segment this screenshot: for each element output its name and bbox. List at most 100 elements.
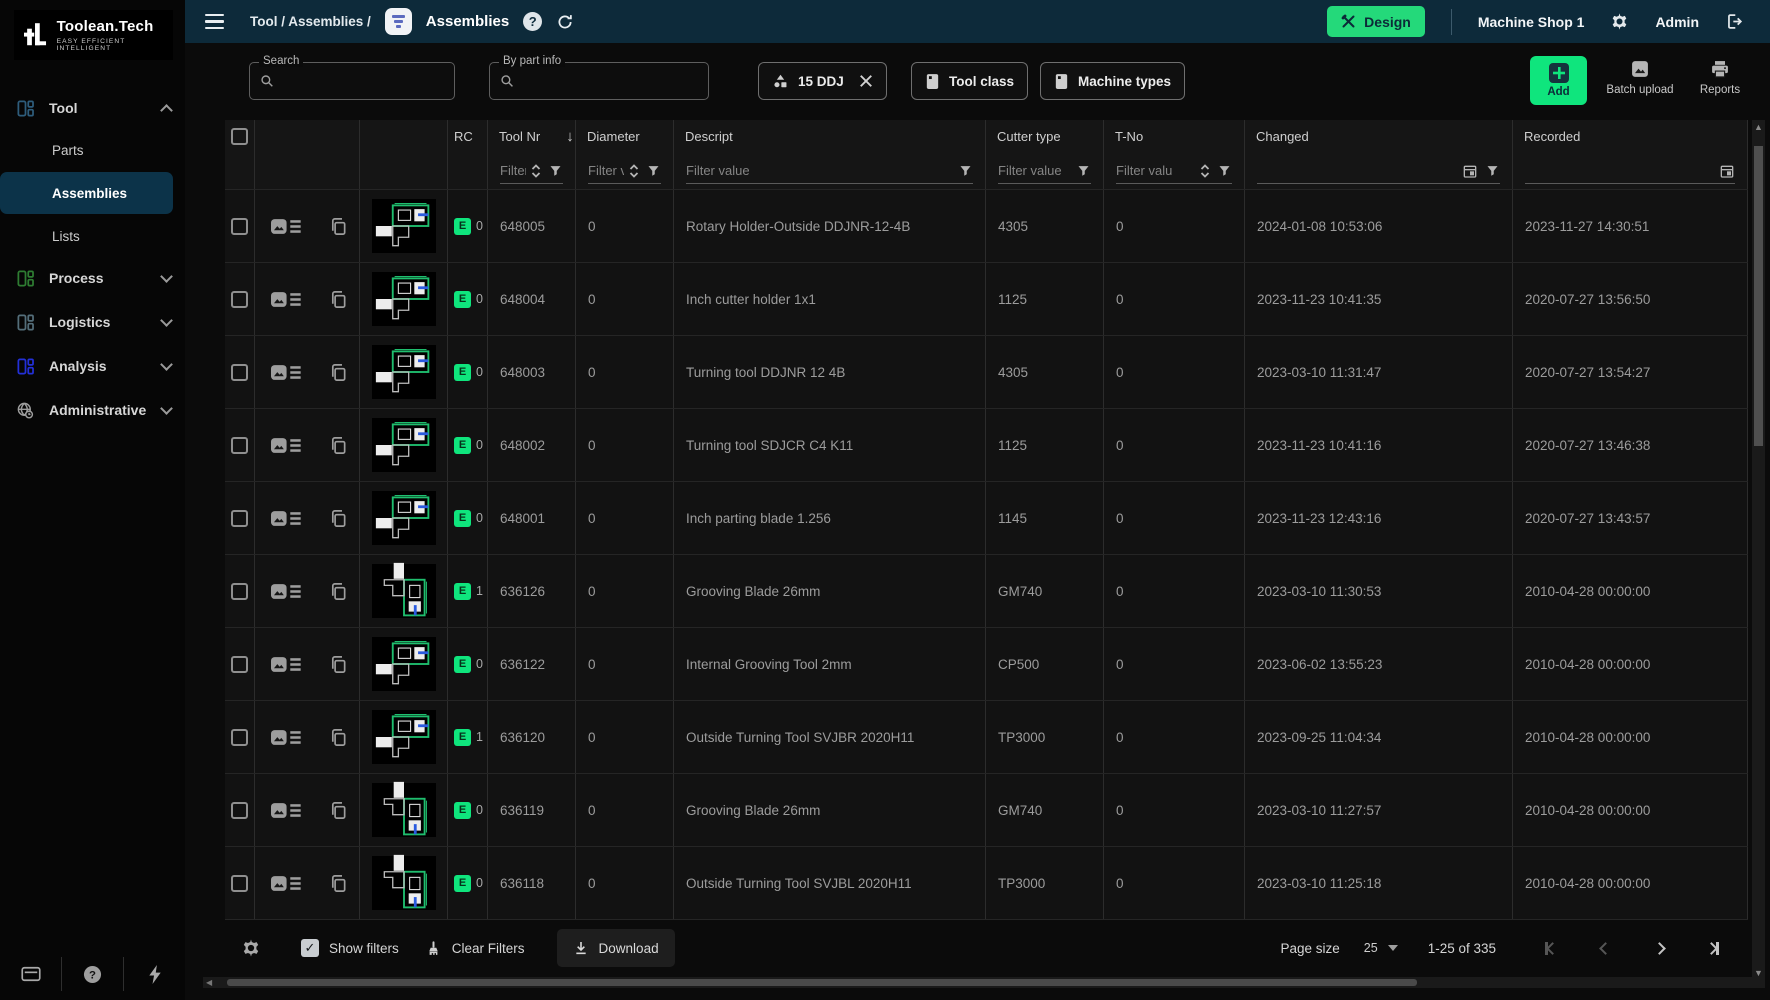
- logout-icon[interactable]: [1725, 12, 1744, 31]
- breadcrumb[interactable]: Tool / Assemblies /: [250, 14, 371, 29]
- copy-icon[interactable]: [329, 215, 347, 238]
- batch-upload-button[interactable]: Batch upload: [1597, 59, 1683, 96]
- clear-filters-button[interactable]: Clear Filters: [425, 940, 525, 957]
- column-header-descript[interactable]: Descript: [674, 120, 986, 153]
- previous-page-button[interactable]: [1596, 939, 1614, 957]
- table-row[interactable]: E1 636126 0 Grooving Blade 26mm GM740 0 …: [225, 555, 1748, 628]
- table-row[interactable]: E0 648003 0 Turning tool DDJNR 12 4B 430…: [225, 336, 1748, 409]
- filter-input-descript[interactable]: Filter value: [686, 159, 973, 184]
- row-checkbox[interactable]: [231, 802, 248, 819]
- by-part-info-input[interactable]: [522, 74, 698, 89]
- column-header-rc[interactable]: RC: [448, 120, 488, 153]
- copy-icon[interactable]: [329, 507, 347, 530]
- number-stepper-icon[interactable]: [1200, 163, 1210, 179]
- sidebar-item-lists[interactable]: Lists: [0, 216, 185, 256]
- tool-thumbnail[interactable]: [372, 199, 436, 253]
- select-all-checkbox[interactable]: [231, 128, 248, 145]
- sidebar-item-assemblies[interactable]: Assemblies: [0, 172, 173, 214]
- table-row[interactable]: E0 636118 0 Outside Turning Tool SVJBL 2…: [225, 847, 1748, 920]
- calendar-icon[interactable]: [1719, 163, 1735, 179]
- filter-input-cutter-type[interactable]: Filter value: [998, 159, 1091, 184]
- page-size-select[interactable]: 25: [1364, 941, 1398, 955]
- filter-input-t-no[interactable]: Filter valu: [1116, 159, 1232, 184]
- tool-class-button[interactable]: Tool class: [911, 62, 1028, 100]
- table-row[interactable]: E0 648005 0 Rotary Holder-Outside DDJNR-…: [225, 190, 1748, 263]
- last-page-button[interactable]: [1704, 939, 1722, 957]
- column-header-cutter-type[interactable]: Cutter type: [986, 120, 1104, 153]
- image-details-icon[interactable]: [271, 362, 301, 383]
- funnel-icon[interactable]: [1076, 163, 1091, 178]
- tool-thumbnail[interactable]: [372, 783, 436, 837]
- image-details-icon[interactable]: [271, 873, 301, 894]
- copy-icon[interactable]: [329, 434, 347, 457]
- sidebar-item-administrative[interactable]: Administrative: [0, 388, 185, 432]
- refresh-icon[interactable]: [556, 13, 574, 31]
- row-checkbox[interactable]: [231, 364, 248, 381]
- vertical-scrollbar[interactable]: ▲ ▼: [1752, 120, 1765, 980]
- funnel-icon[interactable]: [958, 163, 973, 178]
- scrollbar-thumb[interactable]: [227, 979, 1417, 986]
- show-filters-toggle[interactable]: ✓ Show filters: [301, 939, 399, 957]
- first-page-button[interactable]: [1542, 939, 1560, 957]
- funnel-icon[interactable]: [548, 163, 563, 178]
- reports-button[interactable]: Reports: [1690, 59, 1750, 96]
- copy-icon[interactable]: [329, 799, 347, 822]
- app-logo[interactable]: Toolean.Tech EASY EFFICIENT INTELLIGENT: [14, 10, 173, 60]
- help-icon[interactable]: ?: [523, 12, 542, 31]
- row-checkbox[interactable]: [231, 729, 248, 746]
- number-stepper-icon[interactable]: [531, 163, 541, 179]
- row-checkbox[interactable]: [231, 218, 248, 235]
- image-details-icon[interactable]: [271, 508, 301, 529]
- shortcuts-button[interactable]: [123, 957, 185, 991]
- copy-icon[interactable]: [329, 872, 347, 895]
- sidebar-item-process[interactable]: Process: [0, 256, 185, 300]
- scrollbar-thumb[interactable]: [1754, 146, 1763, 446]
- filter-input-recorded[interactable]: [1525, 159, 1735, 184]
- tool-thumbnail[interactable]: [372, 491, 436, 545]
- table-row[interactable]: E0 648004 0 Inch cutter holder 1x1 1125 …: [225, 263, 1748, 336]
- user-menu[interactable]: Admin: [1655, 14, 1699, 30]
- row-checkbox[interactable]: [231, 437, 248, 454]
- machine-types-button[interactable]: Machine types: [1040, 62, 1185, 100]
- image-details-icon[interactable]: [271, 289, 301, 310]
- column-header-changed[interactable]: Changed: [1245, 120, 1513, 153]
- add-button[interactable]: Add: [1530, 56, 1587, 105]
- filter-list-icon[interactable]: [385, 8, 412, 35]
- sidebar-item-logistics[interactable]: Logistics: [0, 300, 185, 344]
- column-header-recorded[interactable]: Recorded: [1513, 120, 1748, 153]
- tool-thumbnail[interactable]: [372, 710, 436, 764]
- download-button[interactable]: Download: [557, 929, 675, 967]
- copy-icon[interactable]: [329, 580, 347, 603]
- horizontal-scrollbar[interactable]: ◀: [203, 977, 1765, 988]
- tool-thumbnail[interactable]: [372, 856, 436, 910]
- tool-thumbnail[interactable]: [372, 272, 436, 326]
- image-details-icon[interactable]: [271, 654, 301, 675]
- design-button[interactable]: Design: [1327, 6, 1425, 37]
- row-checkbox[interactable]: [231, 583, 248, 600]
- copy-icon[interactable]: [329, 361, 347, 384]
- table-row[interactable]: E0 636122 0 Internal Grooving Tool 2mm C…: [225, 628, 1748, 701]
- show-filters-checkbox[interactable]: ✓: [301, 939, 319, 957]
- machine-selector[interactable]: Machine Shop 1: [1478, 14, 1585, 30]
- image-details-icon[interactable]: [271, 435, 301, 456]
- table-row[interactable]: E0 636119 0 Grooving Blade 26mm GM740 0 …: [225, 774, 1748, 847]
- tool-thumbnail[interactable]: [372, 418, 436, 472]
- row-checkbox[interactable]: [231, 291, 248, 308]
- row-checkbox[interactable]: [231, 875, 248, 892]
- column-header-diameter[interactable]: Diameter: [576, 120, 674, 153]
- keyboard-button[interactable]: [0, 966, 61, 982]
- sidebar-item-parts[interactable]: Parts: [0, 130, 185, 170]
- search-input[interactable]: [282, 74, 444, 89]
- row-checkbox[interactable]: [231, 656, 248, 673]
- column-header-tool-nr[interactable]: Tool Nr↓: [488, 120, 576, 153]
- table-row[interactable]: E0 648001 0 Inch parting blade 1.256 114…: [225, 482, 1748, 555]
- tool-thumbnail[interactable]: [372, 637, 436, 691]
- number-stepper-icon[interactable]: [629, 163, 639, 179]
- gear-icon[interactable]: [1610, 12, 1629, 31]
- help-button[interactable]: ?: [61, 957, 123, 991]
- filter-input-tool-nr[interactable]: Filter: [500, 159, 563, 184]
- table-row[interactable]: E0 648002 0 Turning tool SDJCR C4 K11 11…: [225, 409, 1748, 482]
- tool-thumbnail[interactable]: [372, 564, 436, 618]
- copy-icon[interactable]: [329, 726, 347, 749]
- scroll-up-arrow[interactable]: ▲: [1754, 122, 1763, 132]
